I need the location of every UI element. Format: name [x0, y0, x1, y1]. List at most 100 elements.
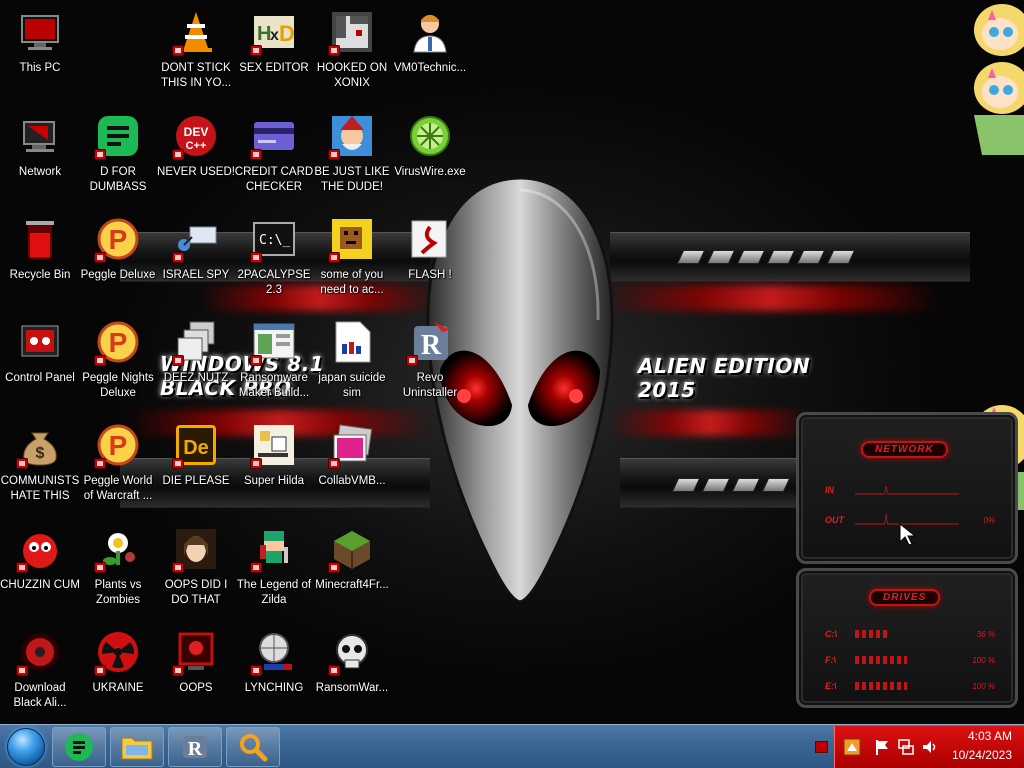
mouse-cursor-icon [899, 523, 917, 546]
shortcut-badge-icon [250, 562, 262, 573]
shortcut-badge-icon [406, 355, 418, 366]
desktop-icon[interactable]: Super Hilda [234, 415, 314, 515]
network-gadget[interactable]: NETWORK IN OUT 0% [796, 412, 1018, 564]
drive-usage-value: 100 % [972, 681, 995, 691]
desktop-icon[interactable]: VirusWire.exe [390, 106, 470, 206]
network-in-label: IN [825, 485, 834, 495]
desktop-icon[interactable]: P Peggle Deluxe [78, 209, 158, 309]
desktop-icon[interactable]: Plants vs Zombies [78, 519, 158, 619]
desktop-icon-label: D FOR DUMBASS [89, 166, 147, 193]
gadget-tray-icon[interactable] [843, 738, 861, 756]
desktop-icon[interactable]: Download Black Ali... [0, 622, 80, 722]
desktop-icon-label: Download Black Ali... [13, 682, 67, 709]
svg-text:$: $ [36, 445, 45, 462]
peggle-icon: P [94, 318, 142, 366]
drive-usage-bar [855, 682, 907, 690]
desktop-icon[interactable]: R Revo Uninstaller [390, 312, 470, 412]
shortcut-badge-icon [94, 355, 106, 366]
desktop-icon[interactable]: japan suicide sim [312, 312, 392, 412]
taskbar-pinned-app-revo[interactable]: R [168, 727, 222, 767]
desktop-icon[interactable]: VM0Technic... [390, 2, 470, 102]
network-in-graph [855, 485, 959, 495]
desktop-icon[interactable]: RansomWar... [312, 622, 392, 722]
desktop-icon[interactable]: Hx D SEX EDITOR [234, 2, 314, 102]
desktop-icon[interactable]: FLASH ! [390, 209, 470, 309]
drives-gadget[interactable]: DRIVES C:\ 36 % F:\ 100 % E:\ 100 % [796, 568, 1018, 708]
drive-letter: E:\ [825, 681, 837, 691]
desktop-icon[interactable]: Ransomware Maker Build... [234, 312, 314, 412]
discord-like-green-icon [94, 112, 142, 160]
action-center-flag-icon[interactable] [873, 738, 891, 756]
taskbar-pinned-app-discord[interactable] [52, 727, 106, 767]
windows-orb-icon [7, 728, 45, 766]
desktop-icon-label: Peggle Nights Deluxe [82, 372, 154, 399]
desktop-icon-label: DIE PLEASE [162, 475, 230, 487]
pixel-creature-icon [328, 215, 376, 263]
desktop-icon[interactable]: The Legend of Zilda [234, 519, 314, 619]
desktop-icon[interactable]: OOPS [156, 622, 236, 722]
desktop-icon[interactable]: D FOR DUMBASS [78, 106, 158, 206]
adobe-de-icon: De [172, 421, 220, 469]
desktop-icon-label: This PC [19, 62, 61, 74]
desktop-icon[interactable]: CollabVMB... [312, 415, 392, 515]
taskbar-pinned-app-explorer[interactable] [110, 727, 164, 767]
hxd-editor-icon: HxD [250, 8, 298, 56]
desktop-icon[interactable]: This PC [0, 2, 80, 102]
desktop-icon[interactable]: DEV C++ NEVER USED! [156, 106, 236, 206]
desktop-icon[interactable]: Control Panel [0, 312, 80, 412]
desktop-icon[interactable]: BE JUST LIKE THE DUDE! [312, 106, 392, 206]
taskbar-pinned-app-search[interactable] [226, 727, 280, 767]
shortcut-badge-icon [172, 355, 184, 366]
minecraft-block-icon [328, 525, 376, 573]
desktop-icon[interactable]: CREDIT CARD CHECKER [234, 106, 314, 206]
desktop-icon[interactable]: Network [0, 106, 80, 206]
pvz-flower-icon [94, 525, 142, 573]
desktop-icon-label: Network [18, 166, 62, 178]
show-hidden-icons-button[interactable] [815, 741, 828, 753]
desktop-icon[interactable]: De DIE PLEASE [156, 415, 236, 515]
desktop-icon[interactable]: DONT STICK THIS IN YO... [156, 2, 236, 102]
desktop-icon[interactable]: Minecraft4Fr... [312, 519, 392, 619]
desktop-icon-label: Peggle Deluxe [80, 269, 156, 281]
desktop-icon-label: CREDIT CARD CHECKER [234, 166, 314, 193]
shortcut-badge-icon [172, 149, 184, 160]
shortcut-badge-icon [16, 665, 28, 676]
drive-row: F:\ 100 % [825, 653, 995, 667]
desktop-icon[interactable]: DEEZ NUTZ [156, 312, 236, 412]
peggle-icon: P [94, 421, 142, 469]
desktop-icon-label: japan suicide sim [318, 372, 386, 399]
svg-text:De: De [183, 437, 209, 459]
network-tray-icon[interactable] [897, 738, 915, 756]
credit-card-icon [250, 112, 298, 160]
svg-text:R: R [188, 738, 203, 760]
desktop-icon[interactable]: $ COMMUNISTS HATE THIS G... [0, 415, 80, 515]
limewire-icon [406, 112, 454, 160]
desktop-icon[interactable]: UKRAINE [78, 622, 158, 722]
shortcut-badge-icon [250, 45, 262, 56]
desktop-icon[interactable]: C:\_ 2PACALYPSE 2.3 [234, 209, 314, 309]
shortcut-badge-icon [94, 252, 106, 263]
desktop-icon[interactable]: some of you need to ac... [312, 209, 392, 309]
clock-time[interactable]: 4:03 AM [932, 729, 1012, 743]
xonix-game-icon [328, 8, 376, 56]
start-button[interactable] [4, 728, 48, 766]
desktop-icon[interactable]: CHUZZIN CUM [0, 519, 80, 619]
skull-icon [328, 628, 376, 676]
wallpaper-vent [671, 478, 791, 492]
desktop-icon-label: ISRAEL SPY [162, 269, 230, 281]
elf-dude-icon [328, 112, 376, 160]
clock-date[interactable]: 10/24/2023 [932, 748, 1012, 762]
desktop-icon[interactable]: OOPS DID I DO THAT [156, 519, 236, 619]
alien-disc-icon [16, 628, 64, 676]
desktop-icon[interactable]: P Peggle Nights Deluxe [78, 312, 158, 412]
svg-text:R: R [421, 330, 442, 361]
desktop-icon[interactable]: P Peggle World of Warcraft ... [78, 415, 158, 515]
shortcut-badge-icon [328, 562, 340, 573]
network-in-row: IN [825, 483, 995, 497]
svg-text:DEV: DEV [184, 125, 209, 139]
wallpaper-vent [676, 250, 856, 264]
desktop-icon[interactable]: ISRAEL SPY [156, 209, 236, 309]
desktop-icon[interactable]: Recycle Bin [0, 209, 80, 309]
desktop-icon[interactable]: HOOKED ON XONIX [312, 2, 392, 102]
desktop-icon[interactable]: LYNCHING [234, 622, 314, 722]
